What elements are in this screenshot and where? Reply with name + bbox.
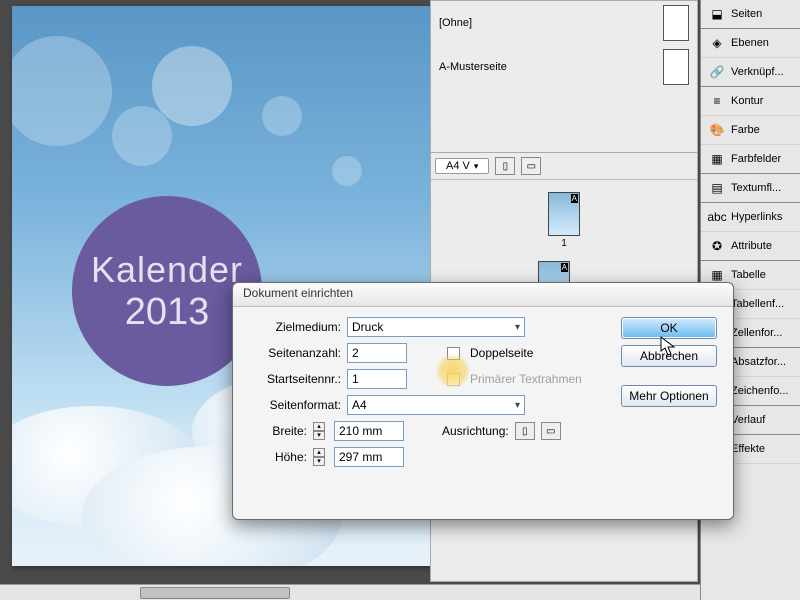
breite-input[interactable] bbox=[334, 421, 404, 441]
panel-label: Farbe bbox=[731, 124, 760, 136]
panel-label: Ebenen bbox=[731, 37, 769, 49]
panel-label: Effekte bbox=[731, 443, 765, 455]
panel-label: Farbfelder bbox=[731, 153, 781, 165]
orient-portrait-button[interactable]: ▯ bbox=[515, 422, 535, 440]
bokeh-circle bbox=[12, 36, 112, 146]
dialog-title: Dokument einrichten bbox=[233, 283, 733, 307]
panel-seiten[interactable]: ⬓ Seiten bbox=[701, 0, 800, 29]
panel-icon: 🔗 bbox=[709, 64, 725, 80]
zielmedium-label: Zielmedium: bbox=[247, 320, 341, 334]
spin-down-icon[interactable]: ▾ bbox=[313, 431, 325, 440]
spin-up-icon[interactable]: ▴ bbox=[313, 448, 325, 457]
document-setup-dialog: Dokument einrichten Zielmedium: Druck Se… bbox=[232, 282, 734, 520]
startseitennr-label: Startseitennr.: bbox=[247, 372, 341, 386]
master-a-label: A-Musterseite bbox=[439, 61, 507, 73]
panel-icon: ◈ bbox=[709, 35, 725, 51]
panel-label: Kontur bbox=[731, 95, 763, 107]
panel-icon: ✪ bbox=[709, 238, 725, 254]
master-none-row[interactable]: [Ohne] bbox=[431, 1, 697, 45]
panel-label: Tabellenf... bbox=[731, 298, 784, 310]
bokeh-circle bbox=[332, 156, 362, 186]
orientation-landscape-icon[interactable]: ▭ bbox=[521, 157, 541, 175]
panel-label: Zeichenfo... bbox=[731, 385, 788, 397]
bokeh-circle bbox=[112, 106, 172, 166]
cancel-button[interactable]: Abbrechen bbox=[621, 345, 717, 367]
panel-hyperlinks[interactable]: abc Hyperlinks bbox=[701, 203, 800, 232]
panel-textumfl[interactable]: ▤ Textumfl... bbox=[701, 174, 800, 203]
panel-attribute[interactable]: ✪ Attribute bbox=[701, 232, 800, 261]
panel-icon: 🎨 bbox=[709, 122, 725, 138]
startseitennr-input[interactable] bbox=[347, 369, 407, 389]
page-number-label: 1 bbox=[431, 238, 697, 249]
seitenanzahl-input[interactable] bbox=[347, 343, 407, 363]
master-a-row[interactable]: A-Musterseite bbox=[431, 45, 697, 89]
primaer-checkbox bbox=[447, 373, 460, 386]
bokeh-circle bbox=[152, 46, 232, 126]
ausrichtung-label: Ausrichtung: bbox=[442, 424, 509, 438]
master-none-label: [Ohne] bbox=[439, 17, 472, 29]
hoehe-input[interactable] bbox=[334, 447, 404, 467]
zielmedium-select[interactable]: Druck bbox=[347, 317, 525, 337]
master-thumb bbox=[663, 49, 689, 85]
panel-label: Tabelle bbox=[731, 269, 766, 281]
seitenanzahl-label: Seitenanzahl: bbox=[247, 346, 341, 360]
panel-label: Seiten bbox=[731, 8, 762, 20]
panel-icon: abc bbox=[709, 209, 725, 225]
breite-label: Breite: bbox=[247, 424, 307, 438]
more-options-button[interactable]: Mehr Optionen bbox=[621, 385, 717, 407]
ok-button[interactable]: OK bbox=[621, 317, 717, 339]
horizontal-scrollbar[interactable] bbox=[0, 584, 700, 600]
spin-down-icon[interactable]: ▾ bbox=[313, 457, 325, 466]
panel-label: Absatzfor... bbox=[731, 356, 786, 368]
panel-farbfelder[interactable]: ▦ Farbfelder bbox=[701, 145, 800, 174]
seitenformat-select[interactable]: A4 bbox=[347, 395, 525, 415]
master-thumb bbox=[663, 5, 689, 41]
panel-label: Zellenfor... bbox=[731, 327, 782, 339]
panel-ebenen[interactable]: ◈ Ebenen bbox=[701, 29, 800, 58]
primaer-label: Primärer Textrahmen bbox=[470, 372, 582, 386]
panel-farbe[interactable]: 🎨 Farbe bbox=[701, 116, 800, 145]
panel-kontur[interactable]: ≡ Kontur bbox=[701, 87, 800, 116]
spin-up-icon[interactable]: ▴ bbox=[313, 422, 325, 431]
panel-icon: ⬓ bbox=[709, 6, 725, 22]
panel-label: Verlauf bbox=[731, 414, 765, 426]
panel-verknpf[interactable]: 🔗 Verknüpf... bbox=[701, 58, 800, 87]
panel-icon: ▦ bbox=[709, 267, 725, 283]
panel-icon: ▦ bbox=[709, 151, 725, 167]
master-pages-panel[interactable]: [Ohne] A-Musterseite bbox=[430, 0, 698, 160]
panel-label: Textumfl... bbox=[731, 182, 781, 194]
panel-icon: ▤ bbox=[709, 180, 725, 196]
panel-label: Hyperlinks bbox=[731, 211, 782, 223]
seitenformat-label: Seitenformat: bbox=[247, 398, 341, 412]
scrollbar-thumb[interactable] bbox=[140, 587, 290, 599]
cover-title-line1: Kalender bbox=[91, 249, 243, 291]
doppelseite-checkbox[interactable] bbox=[447, 347, 460, 360]
bokeh-circle bbox=[262, 96, 302, 136]
page-size-dropdown[interactable]: A4 V▾ bbox=[435, 158, 489, 174]
doppelseite-label: Doppelseite bbox=[470, 346, 533, 360]
page-thumb-1[interactable]: 1 bbox=[431, 192, 697, 249]
cover-title-line2: 2013 bbox=[125, 291, 210, 334]
panel-label: Attribute bbox=[731, 240, 772, 252]
panel-label: Verknüpf... bbox=[731, 66, 784, 78]
hoehe-label: Höhe: bbox=[247, 450, 307, 464]
panel-icon: ≡ bbox=[709, 93, 725, 109]
orient-landscape-button[interactable]: ▭ bbox=[541, 422, 561, 440]
page-size-value: A4 V bbox=[446, 160, 470, 172]
orientation-portrait-icon[interactable]: ▯ bbox=[495, 157, 515, 175]
